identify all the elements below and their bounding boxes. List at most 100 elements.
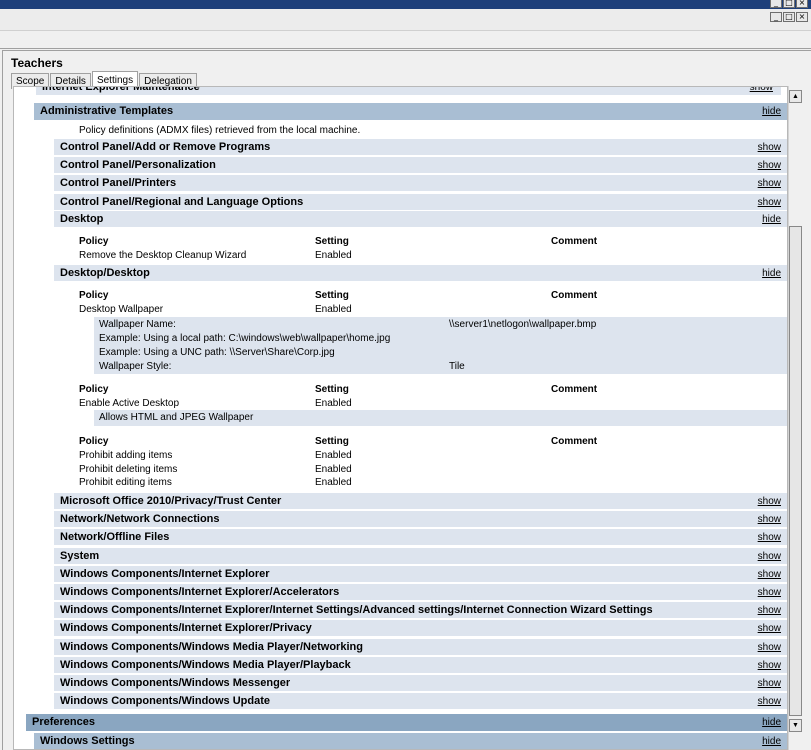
section-label: Network/Offline Files — [60, 531, 170, 544]
show-link[interactable]: show — [758, 529, 781, 546]
show-link[interactable]: show — [758, 566, 781, 583]
policy-name: Prohibit deleting items — [79, 464, 178, 475]
col-setting: Setting — [315, 290, 349, 301]
show-link[interactable]: show — [758, 157, 781, 174]
section-label: Administrative Templates — [40, 105, 174, 117]
section-label: Control Panel/Regional and Language Opti… — [60, 195, 304, 208]
hide-link[interactable]: hide — [762, 733, 781, 749]
policy-section: Windows Components/Windows Media Player/… — [54, 656, 787, 674]
wallpaper-details: Wallpaper Name: \\server1\netlogon\wallp… — [94, 317, 787, 374]
wallpaper-style-label: Wallpaper Style: — [99, 361, 172, 372]
hide-link[interactable]: hide — [762, 211, 781, 228]
policy-section: Network/Offline Files show — [54, 529, 787, 547]
show-link[interactable]: show — [758, 194, 781, 211]
section-label: Windows Components/Windows Media Player/… — [60, 658, 351, 671]
minimize-app-button[interactable]: _ — [770, 0, 782, 8]
section-windows-settings: Windows Settings hide — [34, 733, 787, 749]
section-label: Windows Components/Internet Explorer/Acc… — [60, 586, 340, 598]
wallpaper-name-label: Wallpaper Name: — [99, 319, 176, 330]
col-policy: Policy — [79, 290, 109, 301]
show-link[interactable]: show — [758, 693, 781, 710]
show-link[interactable]: show — [758, 548, 781, 565]
policy-name: Remove the Desktop Cleanup Wizard — [79, 250, 247, 261]
policy-setting: Enabled — [315, 477, 352, 488]
section-label: Control Panel/Add or Remove Programs — [60, 141, 271, 153]
section-label: Windows Components/Internet Explorer — [60, 567, 270, 580]
hide-link[interactable]: hide — [762, 103, 781, 120]
policy-section: Control Panel/Personalization show — [54, 157, 787, 175]
page-title: Teachers — [11, 56, 63, 70]
section-preferences: Preferences hide — [26, 714, 787, 731]
col-comment: Comment — [551, 290, 598, 301]
section-label: System — [60, 549, 100, 562]
wallpaper-example-unc: Example: Using a UNC path: \\Server\Shar… — [99, 347, 335, 358]
show-link[interactable]: show — [758, 175, 781, 192]
policy-section: Control Panel/Printers show — [54, 175, 787, 193]
policy-section: Network/Network Connections show — [54, 511, 787, 529]
restore-app-button[interactable]: □ — [783, 0, 795, 8]
show-link[interactable]: show — [758, 657, 781, 674]
show-link[interactable]: show — [758, 511, 781, 528]
settings-report: Internet Explorer Maintenance show Admin… — [13, 86, 788, 750]
section-label: Windows Settings — [40, 735, 135, 747]
close-app-button[interactable]: × — [796, 0, 808, 8]
minimize-button[interactable]: _ — [770, 12, 782, 22]
section-label: Windows Components/Internet Explorer/Pri… — [60, 622, 312, 635]
section-label: Network/Network Connections — [60, 513, 220, 526]
policy-setting: Enabled — [315, 464, 352, 475]
col-policy: Policy — [79, 236, 109, 247]
show-link[interactable]: show — [758, 620, 781, 637]
show-link[interactable]: show — [758, 639, 781, 656]
col-policy: Policy — [79, 384, 109, 395]
scroll-up-arrow-icon[interactable]: ▲ — [789, 90, 802, 103]
policy-setting: Enabled — [315, 398, 352, 409]
show-link[interactable]: show — [758, 584, 781, 601]
col-comment: Comment — [551, 436, 598, 447]
section-internet-explorer-maintenance: Internet Explorer Maintenance show — [36, 87, 781, 96]
policy-section: Windows Components/Internet Explorer/Acc… — [54, 584, 787, 601]
section-label: Control Panel/Printers — [60, 177, 177, 190]
policy-name: Desktop Wallpaper — [79, 304, 164, 315]
restore-button[interactable]: □ — [783, 12, 795, 22]
policy-section: Windows Components/Internet Explorer/Pri… — [54, 620, 787, 638]
scrollbar-thumb[interactable] — [789, 226, 802, 716]
active-desktop-detail-text: Allows HTML and JPEG Wallpaper — [99, 412, 254, 423]
section-label: Control Panel/Personalization — [60, 159, 216, 172]
policy-setting: Enabled — [315, 250, 352, 261]
show-link[interactable]: show — [750, 87, 773, 96]
show-link[interactable]: show — [758, 493, 781, 510]
section-label: Windows Components/Windows Media Player/… — [60, 640, 363, 653]
vertical-scrollbar[interactable]: ▲ ▼ — [788, 86, 802, 750]
close-button[interactable]: × — [796, 12, 808, 22]
section-desktop-desktop: Desktop/Desktop hide — [54, 265, 787, 282]
show-link[interactable]: show — [758, 602, 781, 619]
section-label: Desktop/Desktop — [60, 267, 150, 279]
section-desktop: Desktop hide — [54, 211, 787, 228]
admx-note: Policy definitions (ADMX files) retrieve… — [79, 125, 361, 136]
col-comment: Comment — [551, 236, 598, 247]
hide-link[interactable]: hide — [762, 265, 781, 282]
policy-setting: Enabled — [315, 450, 352, 461]
policy-section: Windows Components/Windows Messenger show — [54, 675, 787, 692]
section-label: Preferences — [32, 716, 95, 728]
window-controls-top: _ □ × — [0, 0, 811, 9]
policy-section: Windows Components/Internet Explorer/Int… — [54, 602, 787, 620]
section-label: Windows Components/Windows Update — [60, 695, 271, 708]
wallpaper-example-local: Example: Using a local path: C:\windows\… — [99, 333, 391, 344]
col-setting: Setting — [315, 236, 349, 247]
policy-setting: Enabled — [315, 304, 352, 315]
show-link[interactable]: show — [758, 675, 781, 692]
window-controls-row: _ □ × — [0, 9, 811, 31]
hide-link[interactable]: hide — [762, 714, 781, 731]
show-link[interactable]: show — [758, 139, 781, 156]
policy-section: Windows Components/Windows Media Player/… — [54, 638, 787, 656]
policy-name: Prohibit adding items — [79, 450, 173, 461]
section-label: Windows Components/Internet Explorer/Int… — [60, 604, 653, 617]
col-setting: Setting — [315, 384, 349, 395]
col-comment: Comment — [551, 384, 598, 395]
section-administrative-templates: Administrative Templates hide — [34, 103, 787, 120]
active-desktop-details: Allows HTML and JPEG Wallpaper — [94, 410, 787, 426]
scroll-down-arrow-icon[interactable]: ▼ — [789, 719, 802, 732]
col-setting: Setting — [315, 436, 349, 447]
section-label: Microsoft Office 2010/Privacy/Trust Cent… — [60, 495, 282, 507]
